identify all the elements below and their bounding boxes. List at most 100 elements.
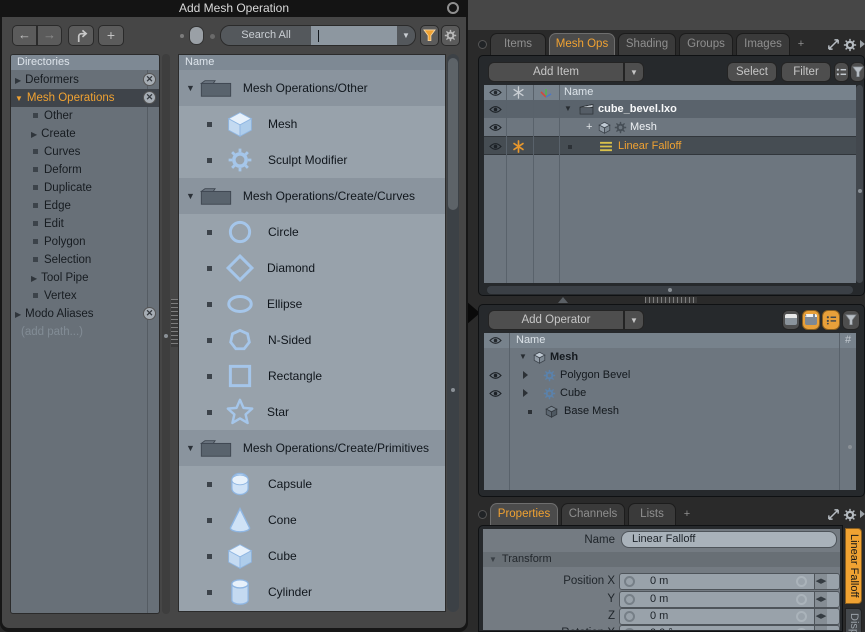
tab-images[interactable]: Images [736, 33, 790, 55]
channel-state-icon[interactable] [796, 611, 807, 622]
value-spinner[interactable]: ◀▶ [814, 574, 827, 589]
value-spinner[interactable]: ◀▶ [814, 609, 827, 624]
side-tab-linear-falloff[interactable]: Linear Falloff [845, 528, 862, 604]
mesh-op-row-n-sided[interactable]: N-Sided [179, 322, 445, 358]
channel-ring-icon[interactable] [624, 594, 635, 605]
side-tab-display[interactable]: Displa [845, 608, 862, 632]
mesh-op-row-circle[interactable]: Circle [179, 214, 445, 250]
tab-shading[interactable]: Shading [618, 33, 676, 55]
field-value[interactable]: 0 m ◀▶ [619, 608, 840, 625]
tab-lists[interactable]: Lists [628, 503, 676, 525]
mesh-op-row-star[interactable]: Star [179, 394, 445, 430]
name-field-input[interactable]: Linear Falloff [621, 531, 837, 548]
directory-item-curves[interactable]: Curves [11, 143, 159, 161]
mesh-op-row-sculpt-modifier[interactable]: Sculpt Modifier [179, 142, 445, 178]
mesh-op-row-mesh[interactable]: Mesh [179, 106, 445, 142]
add-directory-button[interactable]: + [98, 25, 124, 46]
add-operator-button[interactable]: Add Operator [488, 310, 624, 330]
operator-row-mesh[interactable]: ▼ Mesh [484, 348, 856, 366]
tree-row-scene[interactable]: ▼ cube_bevel.lxo [484, 100, 856, 118]
forward-button[interactable]: → [37, 25, 62, 46]
tree-row-linear-falloff[interactable]: Linear Falloff [484, 136, 856, 155]
mesh-op-row-cylinder[interactable]: Cylinder [179, 574, 445, 610]
more-tabs-arrow-icon[interactable] [860, 40, 865, 48]
panel-corner-icon[interactable] [478, 510, 487, 519]
add-operator-dropdown[interactable]: ▼ [624, 310, 644, 330]
add-item-dropdown[interactable]: ▼ [624, 62, 644, 82]
view-list-button[interactable] [822, 310, 840, 330]
item-tree-vscrollbar[interactable] [856, 85, 863, 283]
field-value[interactable]: 0.0 ° ◀▶ [619, 625, 840, 630]
collapse-up-icon[interactable] [558, 297, 568, 303]
channel-ring-icon[interactable] [624, 628, 635, 630]
up-level-button[interactable] [68, 25, 94, 46]
directory-item-duplicate[interactable]: Duplicate [11, 179, 159, 197]
operator-row-cube[interactable]: Cube [484, 384, 856, 402]
settings-button[interactable] [441, 25, 460, 46]
directory-item-deform[interactable]: Deform [11, 161, 159, 179]
eye-icon[interactable] [489, 389, 502, 398]
expand-arrow-icon[interactable]: ▶ [15, 310, 21, 319]
group-row-create-primitives[interactable]: ▼ Mesh Operations/Create/Primitives [179, 430, 445, 466]
channel-state-icon[interactable] [796, 576, 807, 587]
tab-items[interactable]: Items [490, 33, 546, 55]
tab-channels[interactable]: Channels [561, 503, 625, 525]
pivot-enabled-icon[interactable] [512, 140, 525, 153]
expand-arrow-icon[interactable] [523, 371, 528, 379]
close-icon[interactable]: ✕ [143, 73, 156, 86]
expand-panel-icon[interactable] [827, 38, 840, 51]
search-input-field[interactable] [311, 26, 397, 45]
directories-scrollbar[interactable] [162, 54, 170, 614]
collapse-arrow-icon[interactable]: ▼ [186, 443, 195, 453]
directory-item-deformers[interactable]: ▶Deformers✕ [11, 71, 159, 89]
results-scrollbar[interactable] [447, 54, 459, 612]
gear-icon[interactable] [843, 38, 857, 52]
directory-item-create[interactable]: ▶Create [11, 125, 159, 143]
view-range-button[interactable] [802, 310, 820, 330]
directory-item-polygon[interactable]: Polygon [11, 233, 159, 251]
directory-item-edge[interactable]: Edge [11, 197, 159, 215]
mesh-op-row-ellipse[interactable]: Ellipse [179, 286, 445, 322]
mesh-op-row-cone[interactable]: Cone [179, 502, 445, 538]
panel-splitter-grip[interactable] [171, 299, 178, 347]
filter-list-button[interactable] [834, 62, 849, 82]
operator-row-polygon-bevel[interactable]: Polygon Bevel [484, 366, 856, 384]
value-spinner[interactable]: ◀▶ [814, 592, 827, 607]
panel-corner-icon[interactable] [478, 40, 487, 49]
collapse-arrow-icon[interactable]: ▼ [564, 100, 572, 118]
item-tree-hscrollbar[interactable] [487, 286, 853, 294]
eye-icon[interactable] [489, 142, 502, 151]
channel-ring-icon[interactable] [624, 611, 635, 622]
eye-icon[interactable] [489, 371, 502, 380]
collapse-arrow-icon[interactable]: ▼ [186, 191, 195, 201]
gear-icon[interactable] [843, 508, 857, 522]
tree-row-mesh[interactable]: + Mesh [484, 118, 856, 136]
add-item-button[interactable]: Add Item [488, 62, 624, 82]
directory-item-tool-pipe[interactable]: ▶Tool Pipe [11, 269, 159, 287]
expand-panel-icon[interactable] [827, 508, 840, 521]
search-input[interactable] [311, 26, 397, 45]
expand-plus-icon[interactable]: + [586, 118, 592, 136]
directory-item-vertex[interactable]: Vertex [11, 287, 159, 305]
group-row-create-curves[interactable]: ▼ Mesh Operations/Create/Curves [179, 178, 445, 214]
dialog-pin-icon[interactable] [447, 2, 459, 14]
search-filter-button[interactable] [420, 25, 439, 46]
add-tab-button[interactable]: + [679, 503, 695, 525]
collapse-arrow-icon[interactable]: ▼ [186, 83, 195, 93]
eye-icon[interactable] [489, 123, 502, 132]
field-value[interactable]: 0 m ◀▶ [619, 573, 840, 590]
operator-filter-button[interactable] [842, 310, 860, 330]
field-value[interactable]: 0 m ◀▶ [619, 591, 840, 608]
transform-section-header[interactable]: ▼Transform [483, 552, 840, 567]
group-row-other[interactable]: ▼ Mesh Operations/Other [179, 70, 445, 106]
collapse-arrow-icon[interactable]: ▼ [519, 348, 527, 366]
funnel-filter-button[interactable] [850, 62, 865, 82]
channel-state-icon[interactable] [796, 628, 807, 630]
expand-arrow-icon[interactable]: ▶ [31, 274, 37, 283]
directory-item-edit[interactable]: Edit [11, 215, 159, 233]
operator-row-base-mesh[interactable]: Base Mesh [484, 402, 856, 420]
mesh-op-row-capsule[interactable]: Capsule [179, 466, 445, 502]
expand-arrow-icon[interactable]: ▶ [31, 130, 37, 139]
tab-groups[interactable]: Groups [679, 33, 733, 55]
search-scope-button[interactable]: Search All [221, 26, 311, 45]
